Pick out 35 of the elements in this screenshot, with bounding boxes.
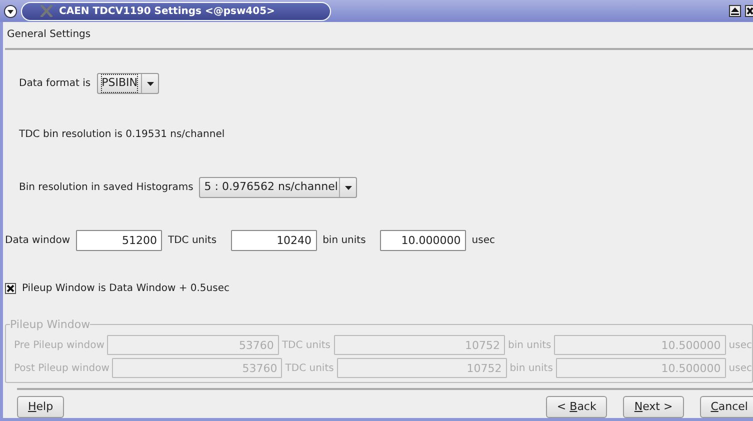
unit-label: TDC units [285, 362, 334, 376]
unit-label: usec [472, 234, 495, 248]
field-label: Data window [5, 234, 70, 248]
close-icon[interactable] [745, 5, 753, 17]
number-field[interactable]: 10240 [230, 230, 317, 251]
window-menu-icon[interactable] [4, 4, 17, 18]
field-label: Bin resolution in saved Histograms [19, 181, 194, 195]
unit-label: usec [728, 338, 752, 352]
number-field[interactable]: 51200 [76, 230, 162, 251]
bin-resolution-dropdown[interactable]: 5 : 0.976562 ns/channel [199, 177, 358, 198]
unit-label: bin units [510, 362, 553, 376]
checkbox[interactable] [5, 283, 16, 294]
unit-label: bin units [322, 234, 366, 248]
caret-icon [344, 186, 352, 190]
field-label: Data format is [19, 77, 91, 91]
help-button[interactable]: Help [17, 396, 64, 418]
window-title: CAEN TDCV1190 Settings <@psw405> [59, 4, 275, 18]
field-label: Post Pileup window [14, 362, 110, 376]
unit-label: TDC units [282, 338, 330, 352]
x-logo-icon [40, 5, 53, 17]
shade-icon[interactable] [729, 5, 741, 17]
group-title: Pileup Window [10, 319, 90, 330]
dialog-button[interactable]: Cancel [700, 396, 753, 418]
dialog-button[interactable]: < Back [546, 396, 608, 418]
unit-label: usec [728, 362, 752, 376]
checkbox-label: Pileup Window is Data Window + 0.5usec [22, 282, 230, 296]
caret-icon [146, 82, 154, 86]
info-text: TDC bin resolution is 0.19531 ns/channel [19, 128, 226, 142]
unit-label: TDC units [168, 234, 217, 248]
number-field[interactable]: 10.000000 [380, 230, 466, 251]
dialog-button[interactable]: Next > [623, 396, 684, 418]
unit-label: bin units [508, 338, 552, 352]
field-label: Pre Pileup window [14, 338, 104, 352]
data-format-dropdown[interactable]: PSIBIN [96, 73, 160, 94]
section-title: General Settings [6, 28, 92, 42]
